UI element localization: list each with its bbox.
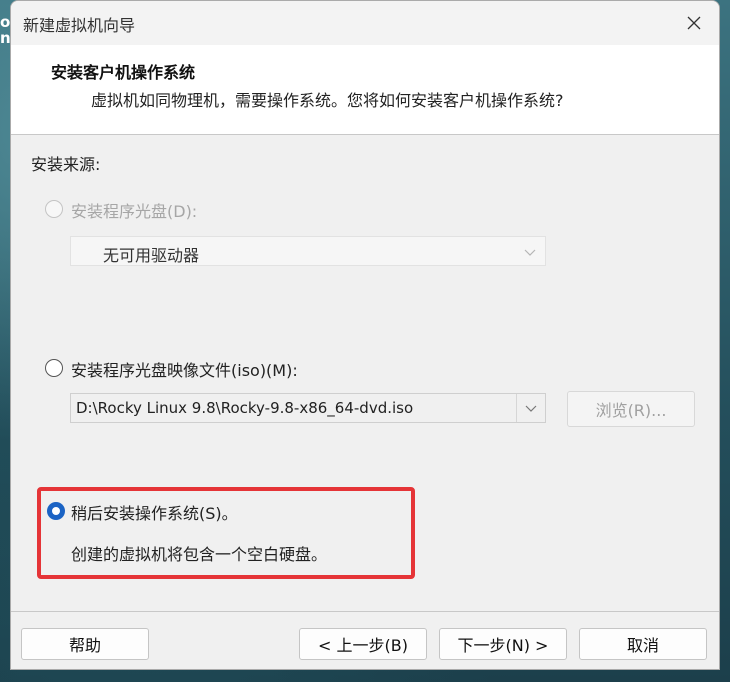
- wizard-footer: 帮助 < 上一步(B) 下一步(N) > 取消: [11, 611, 719, 669]
- page-title: 安装客户机操作系统: [51, 63, 196, 82]
- back-button[interactable]: < 上一步(B): [299, 628, 427, 660]
- title-bar[interactable]: 新建虚拟机向导: [11, 1, 719, 45]
- window-title: 新建虚拟机向导: [23, 16, 136, 35]
- iso-dropdown-button[interactable]: [516, 394, 545, 422]
- page-subtitle: 虚拟机如同物理机，需要操作系统。您将如何安装客户机操作系统?: [91, 91, 564, 110]
- annotation-highlight-box: [37, 487, 415, 579]
- close-button[interactable]: [677, 7, 711, 39]
- cancel-button[interactable]: 取消: [579, 628, 707, 660]
- wizard-content: 安装来源: 安装程序光盘(D): 无可用驱动器 安装程序光盘映像文件(iso)(…: [11, 135, 719, 611]
- iso-image-label: 安装程序光盘映像文件(iso)(M):: [71, 361, 298, 380]
- iso-path-combobox[interactable]: D:\Rocky Linux 9.8\Rocky-9.8-x86_64-dvd.…: [70, 393, 546, 423]
- disc-drive-label: 安装程序光盘(D):: [71, 202, 198, 221]
- install-source-label: 安装来源:: [31, 155, 101, 174]
- disc-drive-value: 无可用驱动器: [103, 246, 200, 265]
- disc-drive-radio[interactable]: [45, 200, 63, 218]
- new-vm-wizard-dialog: 新建虚拟机向导 安装客户机操作系统 虚拟机如同物理机，需要操作系统。您将如何安装…: [10, 0, 720, 670]
- iso-image-radio[interactable]: [45, 359, 63, 377]
- next-button[interactable]: 下一步(N) >: [439, 628, 567, 660]
- iso-path-value: D:\Rocky Linux 9.8\Rocky-9.8-x86_64-dvd.…: [76, 399, 414, 417]
- help-button[interactable]: 帮助: [21, 628, 149, 660]
- browse-button[interactable]: 浏览(R)...: [567, 391, 695, 427]
- wizard-header: 安装客户机操作系统 虚拟机如同物理机，需要操作系统。您将如何安装客户机操作系统?: [11, 45, 719, 135]
- chevron-down-icon: [525, 405, 537, 412]
- close-icon: [687, 16, 701, 30]
- disc-drive-select[interactable]: 无可用驱动器: [70, 236, 546, 266]
- chevron-down-icon: [524, 249, 536, 256]
